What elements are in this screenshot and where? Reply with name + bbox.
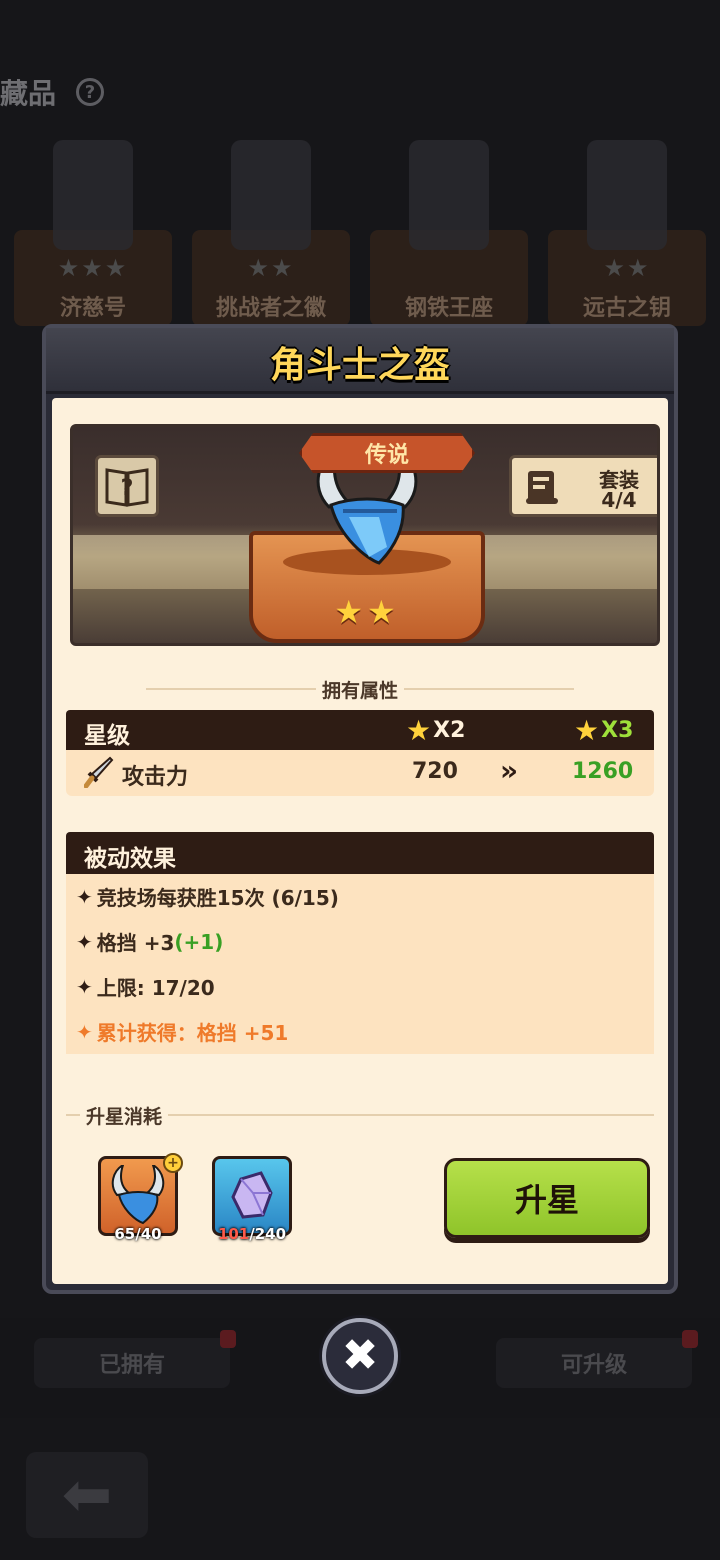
sword-icon — [84, 756, 114, 788]
collection-card[interactable]: ★★ 远古之钥 — [544, 120, 710, 330]
stat-next-value: 1260 — [572, 759, 634, 784]
cost-heading: 升星消耗 — [86, 1105, 163, 1128]
modal-header: 角斗士之盔 — [46, 328, 674, 394]
item-stars: ★★ — [334, 593, 400, 631]
star-icon: ★ — [406, 714, 432, 747]
alert-badge — [682, 1330, 698, 1348]
attributes-heading: 拥有属性 — [322, 679, 399, 702]
modal-body: ★★ 传说 ? 套装 4/4 拥有属性 星级 ★ X2 ★ X3 攻击力 720… — [52, 398, 668, 1284]
current-multiplier-value: X2 — [433, 718, 466, 743]
book-question-icon: ? — [105, 468, 149, 507]
card-name: 挑战者之徽 — [215, 296, 326, 321]
card-name: 济慈号 — [59, 296, 126, 321]
card-name: 远古之钥 — [582, 296, 671, 321]
sparkle-icon: ✦ — [76, 974, 93, 999]
star-icon: ★ — [574, 714, 600, 747]
passive-list: ✦ 竞技场每获胜15次 (6/15) ✦ 格挡 +3 (+1) ✦ 上限: 17… — [66, 874, 654, 1054]
passive-item: ✦ 格挡 +3 (+1) — [76, 927, 223, 956]
stats-header: 星级 ★ X2 ★ X3 — [66, 710, 654, 750]
close-button[interactable]: ✖ — [322, 1318, 398, 1394]
item-title: 角斗士之盔 — [269, 345, 450, 386]
passive-heading: 被动效果 — [84, 846, 176, 872]
passive-text: 格挡 +3 — [96, 931, 175, 955]
cost-divider: 升星消耗 — [66, 1100, 654, 1130]
alert-badge — [220, 1330, 236, 1348]
sparkle-icon: ✦ — [76, 929, 93, 954]
set-bonus-button[interactable]: 套装 4/4 — [509, 455, 657, 517]
question-circle-icon[interactable]: ? — [76, 78, 104, 106]
passive-header: 被动效果 — [66, 832, 654, 874]
passive-text: 竞技场每获胜15次 (6/15) — [96, 886, 339, 910]
passive-text: 累计获得：格挡 +51 — [96, 1021, 289, 1045]
collection-card[interactable]: ★★ 挑战者之徽 — [188, 120, 354, 330]
stat-row-attack: 攻击力 720 » 1260 — [66, 750, 654, 796]
sparkle-icon: ✦ — [76, 1019, 93, 1044]
passive-item: ✦ 竞技场每获胜15次 (6/15) — [76, 882, 339, 911]
cost-count: 101/240 — [217, 1225, 287, 1243]
tab-label: 可升级 — [560, 1353, 627, 1378]
attributes-divider: 拥有属性 — [146, 674, 575, 704]
item-showcase: ★★ 传说 ? 套装 4/4 — [70, 424, 660, 646]
back-arrow-icon[interactable]: ⬅ — [26, 1452, 148, 1538]
star-level-label: 星级 — [84, 723, 130, 749]
tab-owned[interactable]: 已拥有 — [34, 1330, 236, 1388]
helmet-icon — [111, 1165, 165, 1225]
close-icon: ✖ — [341, 1330, 379, 1381]
next-multiplier: ★ X3 — [574, 714, 633, 747]
item-detail-modal: 角斗士之盔 ★★ 传说 ? 套装 4/4 拥有属性 星级 ★ X2 ★ X3 攻… — [42, 324, 678, 1294]
collection-row: ★★★ 济慈号 ★★ 挑战者之徽 钢铁王座 ★★ 远古之钥 — [0, 120, 720, 330]
collection-card[interactable]: ★★★ 济慈号 — [10, 120, 176, 330]
upgrade-star-button[interactable]: 升星 — [444, 1158, 650, 1238]
card-stars: ★★ — [603, 254, 651, 282]
scroll-icon — [526, 471, 558, 504]
passive-text: 上限: 17/20 — [96, 976, 215, 1000]
collection-title: 藏品 — [0, 77, 57, 110]
tab-upgradable[interactable]: 可升级 — [496, 1330, 698, 1388]
cost-count: 65/40 — [114, 1225, 162, 1243]
collection-card[interactable]: 钢铁王座 — [366, 120, 532, 330]
passive-bonus: (+1) — [174, 929, 224, 954]
cost-item-crystal[interactable]: 101/240 — [212, 1156, 292, 1243]
card-stars: ★★★ — [57, 254, 129, 282]
tab-label: 已拥有 — [98, 1353, 165, 1378]
codex-button[interactable]: ? — [95, 455, 159, 517]
double-chevron-icon: » — [500, 754, 519, 787]
next-multiplier-value: X3 — [601, 718, 634, 743]
current-multiplier: ★ X2 — [406, 714, 465, 747]
sparkle-icon: ✦ — [76, 884, 93, 909]
plus-badge-icon: + — [163, 1153, 183, 1173]
card-stars: ★★ — [247, 254, 295, 282]
passive-item: ✦ 累计获得：格挡 +51 — [76, 1017, 288, 1046]
rarity-banner: 传说 — [299, 433, 475, 473]
svg-text:?: ? — [121, 476, 134, 501]
set-count: 4/4 — [601, 488, 637, 512]
passive-item: ✦ 上限: 17/20 — [76, 972, 215, 1001]
crystal-icon — [231, 1171, 273, 1219]
stat-current-value: 720 — [412, 759, 458, 784]
cost-item-helmet[interactable]: + 65/40 — [98, 1153, 183, 1243]
stat-name: 攻击力 — [122, 765, 189, 790]
card-name: 钢铁王座 — [404, 296, 493, 321]
